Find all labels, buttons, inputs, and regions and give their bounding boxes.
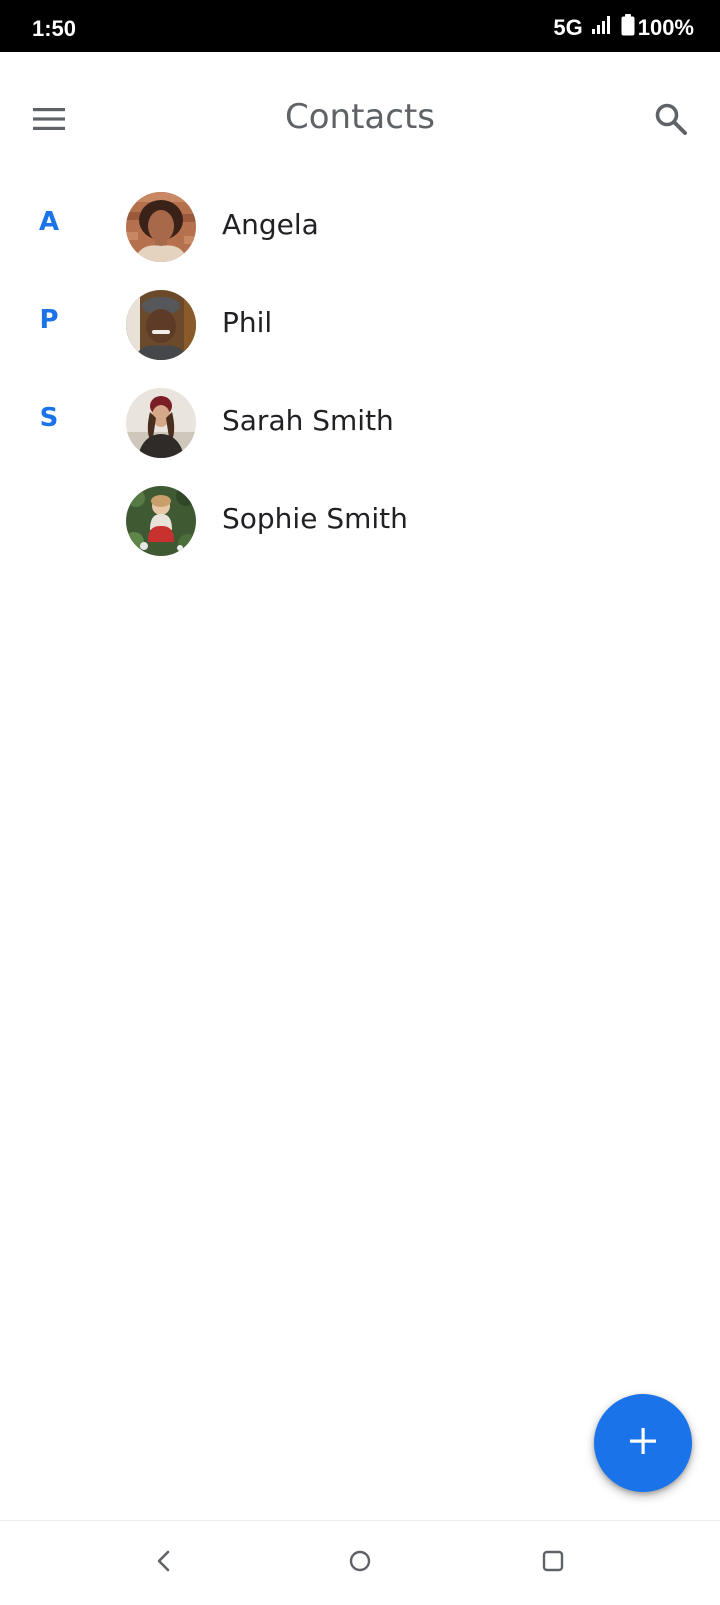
battery-indicator: 100% — [621, 14, 694, 42]
contact-name: Sophie Smith — [222, 502, 408, 535]
status-bar: 1:50 5G 100% — [0, 0, 720, 52]
contact-name: Angela — [222, 208, 319, 241]
battery-level: 100% — [637, 15, 694, 40]
battery-icon — [621, 14, 635, 42]
status-time: 1:50 — [32, 16, 77, 41]
home-circle-icon — [348, 1549, 372, 1577]
add-contact-button[interactable] — [594, 1394, 692, 1492]
avatar — [126, 290, 196, 360]
search-button[interactable] — [642, 92, 700, 150]
recents-button[interactable] — [529, 1539, 577, 1587]
back-chevron-icon — [154, 1549, 174, 1577]
section-letter: P — [39, 305, 59, 335]
avatar — [126, 486, 196, 556]
contact-row-sarah-smith[interactable]: S Sarah Smith — [0, 384, 720, 482]
signal-icon — [591, 15, 613, 41]
status-indicators: 5G 100% — [553, 14, 694, 42]
contact-name: Phil — [222, 306, 273, 339]
section-letter: A — [38, 207, 60, 237]
contact-row-sophie-smith[interactable]: Sophie Smith — [0, 482, 720, 580]
recents-square-icon — [541, 1549, 565, 1577]
back-button[interactable] — [140, 1539, 188, 1587]
home-button[interactable] — [336, 1539, 384, 1587]
network-type: 5G — [553, 15, 583, 40]
contact-name: Sarah Smith — [222, 404, 394, 437]
avatar — [126, 192, 196, 262]
section-letter: S — [39, 403, 59, 433]
contact-row-angela[interactable]: A Angela — [0, 188, 720, 286]
avatar — [126, 388, 196, 458]
contact-list: A Angela P Phil S Sarah Smith Sophie Smi… — [0, 188, 720, 580]
search-icon — [654, 102, 688, 140]
navigation-bar — [0, 1520, 720, 1605]
contact-row-phil[interactable]: P Phil — [0, 286, 720, 384]
plus-icon — [628, 1426, 658, 1460]
page-title: Contacts — [285, 97, 435, 137]
app-bar: Contacts — [0, 52, 720, 188]
